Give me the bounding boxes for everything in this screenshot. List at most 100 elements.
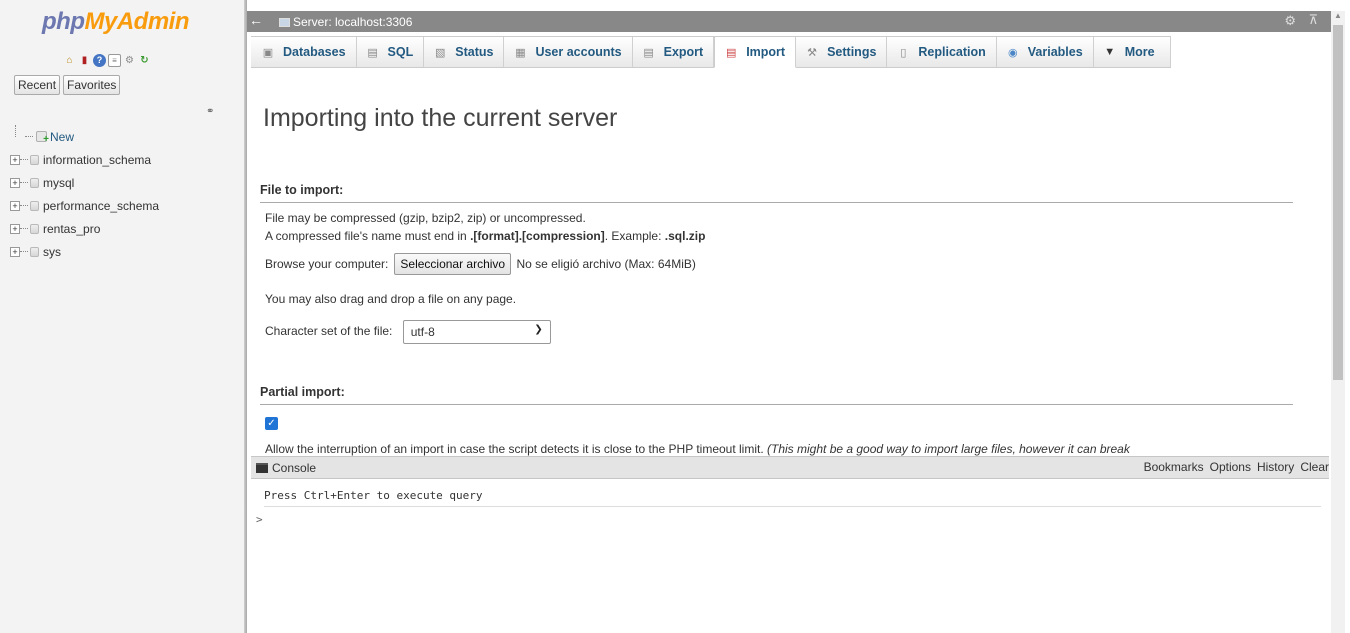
nav-resize-handle[interactable]: [244, 0, 247, 633]
expand-icon[interactable]: +: [10, 246, 20, 257]
example-extension: .sql.zip: [664, 229, 706, 243]
console-input[interactable]: >: [256, 513, 263, 526]
tab-label: Export: [663, 45, 704, 59]
tab-label: More: [1124, 45, 1155, 59]
charset-select[interactable]: utf-8 ❯: [402, 320, 551, 344]
tab-databases[interactable]: ▣ Databases: [251, 37, 357, 68]
allow-interrupt-checkbox[interactable]: ✓: [265, 417, 278, 430]
text-fragment: . Example:: [604, 229, 665, 243]
tree-item-db-0[interactable]: + information_schema: [10, 148, 159, 171]
export-icon: ▤: [643, 46, 654, 59]
more-caret-icon: ▼: [1104, 46, 1116, 58]
main-content: Importing into the current server File t…: [251, 68, 1329, 456]
page-scrollbar[interactable]: ▲: [1331, 11, 1345, 633]
database-name[interactable]: sys: [43, 245, 61, 259]
tab-export[interactable]: ▤ Export: [632, 37, 715, 68]
database-name[interactable]: information_schema: [43, 153, 151, 167]
tree-connector: [25, 136, 33, 137]
link-with-main-panel-icon[interactable]: ⚭: [206, 106, 214, 117]
phpmyadmin-logo[interactable]: phpMyAdmin: [42, 8, 189, 36]
help-icon[interactable]: ?: [93, 54, 106, 67]
database-name[interactable]: performance_schema: [43, 199, 159, 213]
server-breadcrumb[interactable]: Server: localhost:3306: [279, 15, 412, 29]
expand-icon[interactable]: +: [10, 223, 20, 234]
compression-info: File may be compressed (gzip, bzip2, zip…: [265, 211, 586, 225]
choose-file-button[interactable]: Seleccionar archivo: [394, 253, 512, 275]
expand-icon[interactable]: +: [10, 154, 20, 165]
server-breadcrumb-bar: ← Server: localhost:3306 ⚙ ⊼: [247, 11, 1332, 32]
logo-php: php: [42, 8, 85, 35]
logo-myadmin: MyAdmin: [84, 8, 189, 35]
scroll-up-icon[interactable]: ▲: [1334, 11, 1342, 20]
navigation-panel: phpMyAdmin ⌂ ▮ ? ≡ ⚙ ↻ Recent Favorites …: [0, 0, 244, 633]
allow-interrupt-label: Allow the interruption of an import in c…: [265, 442, 1130, 456]
tab-replication[interactable]: ▯ Replication: [887, 37, 997, 68]
database-name[interactable]: rentas_pro: [43, 222, 100, 236]
tree-item-db-1[interactable]: + mysql: [10, 171, 159, 194]
server-label[interactable]: Server: localhost:3306: [293, 15, 412, 29]
charset-label: Character set of the file:: [265, 324, 393, 339]
sql-console: Console Bookmarks Options History Clear …: [251, 456, 1329, 633]
tree-connector: [20, 251, 28, 252]
console-clear-link[interactable]: Clear: [1300, 460, 1329, 474]
server-icon: [279, 17, 290, 27]
user-accounts-icon: ▦: [515, 46, 526, 59]
tab-variables[interactable]: ◉ Variables: [996, 37, 1094, 68]
database-tree: New + information_schema + mysql + perfo…: [10, 125, 159, 263]
tab-label: Variables: [1027, 45, 1083, 59]
tree-item-db-2[interactable]: + performance_schema: [10, 194, 159, 217]
console-header[interactable]: Console Bookmarks Options History Clear: [251, 456, 1329, 479]
scrollbar-thumb[interactable]: [1333, 25, 1343, 380]
database-icon: [30, 246, 39, 257]
tab-label: SQL: [387, 45, 414, 59]
collapse-top-icon[interactable]: ⊼: [1308, 12, 1318, 28]
console-message: Press Ctrl+Enter to execute query: [264, 489, 1321, 507]
recent-button[interactable]: Recent: [14, 75, 61, 95]
database-icon: [30, 154, 39, 165]
console-options-link[interactable]: Options: [1210, 460, 1251, 474]
tab-more[interactable]: ▼ More: [1093, 37, 1171, 68]
variables-icon: ◉: [1007, 46, 1018, 59]
tab-label: Settings: [827, 45, 877, 59]
home-icon[interactable]: ⌂: [63, 54, 76, 67]
console-bookmarks-link[interactable]: Bookmarks: [1144, 460, 1204, 474]
expand-icon[interactable]: +: [10, 177, 20, 188]
console-history-link[interactable]: History: [1257, 460, 1294, 474]
main-menu: ▣ Databases ▤ SQL ▧ Status ▦ User accounts ▤…: [251, 36, 1171, 68]
text-fragment: A compressed file's name must end in: [265, 229, 471, 243]
page-settings-icon[interactable]: ⚙: [1284, 13, 1296, 29]
collapse-nav-icon[interactable]: ←: [249, 13, 263, 29]
database-name[interactable]: mysql: [43, 176, 74, 190]
tab-settings[interactable]: ⚒ Settings: [796, 37, 888, 68]
browse-row: Browse your computer: Seleccionar archivo…: [265, 253, 696, 275]
format-pattern: .[format].[compression]: [470, 229, 605, 243]
docs-icon[interactable]: ≡: [108, 54, 121, 67]
chevron-down-icon: ❯: [534, 324, 543, 335]
reload-icon[interactable]: ↻: [138, 54, 151, 67]
compression-naming-info: A compressed file's name must end in .[f…: [265, 229, 705, 243]
databases-icon: ▣: [262, 46, 274, 59]
tree-connector: [20, 205, 28, 206]
new-database-link[interactable]: New: [50, 130, 74, 144]
database-icon: [30, 200, 39, 211]
database-icon: [30, 223, 39, 234]
console-title[interactable]: Console: [272, 461, 316, 475]
tab-user-accounts[interactable]: ▦ User accounts: [504, 37, 633, 68]
tab-status[interactable]: ▧ Status: [424, 37, 505, 68]
tab-label: Replication: [918, 45, 986, 59]
tree-connector: [15, 125, 25, 137]
console-options: Bookmarks Options History Clear: [1144, 460, 1329, 474]
tab-label: Status: [455, 45, 494, 59]
tab-import[interactable]: ▤ Import: [714, 37, 797, 68]
expand-icon[interactable]: +: [10, 200, 20, 211]
settings-icon[interactable]: ⚙: [123, 54, 136, 67]
tree-item-db-3[interactable]: + rentas_pro: [10, 217, 159, 240]
tab-sql[interactable]: ▤ SQL: [356, 37, 425, 68]
tree-item-db-4[interactable]: + sys: [10, 240, 159, 263]
partial-import-heading: Partial import:: [260, 385, 1293, 405]
tree-item-new[interactable]: New: [10, 125, 159, 148]
drag-drop-hint: You may also drag and drop a file on any…: [265, 292, 517, 306]
exit-icon[interactable]: ▮: [78, 54, 91, 67]
favorites-button[interactable]: Favorites: [63, 75, 121, 95]
database-icon: [30, 177, 39, 188]
